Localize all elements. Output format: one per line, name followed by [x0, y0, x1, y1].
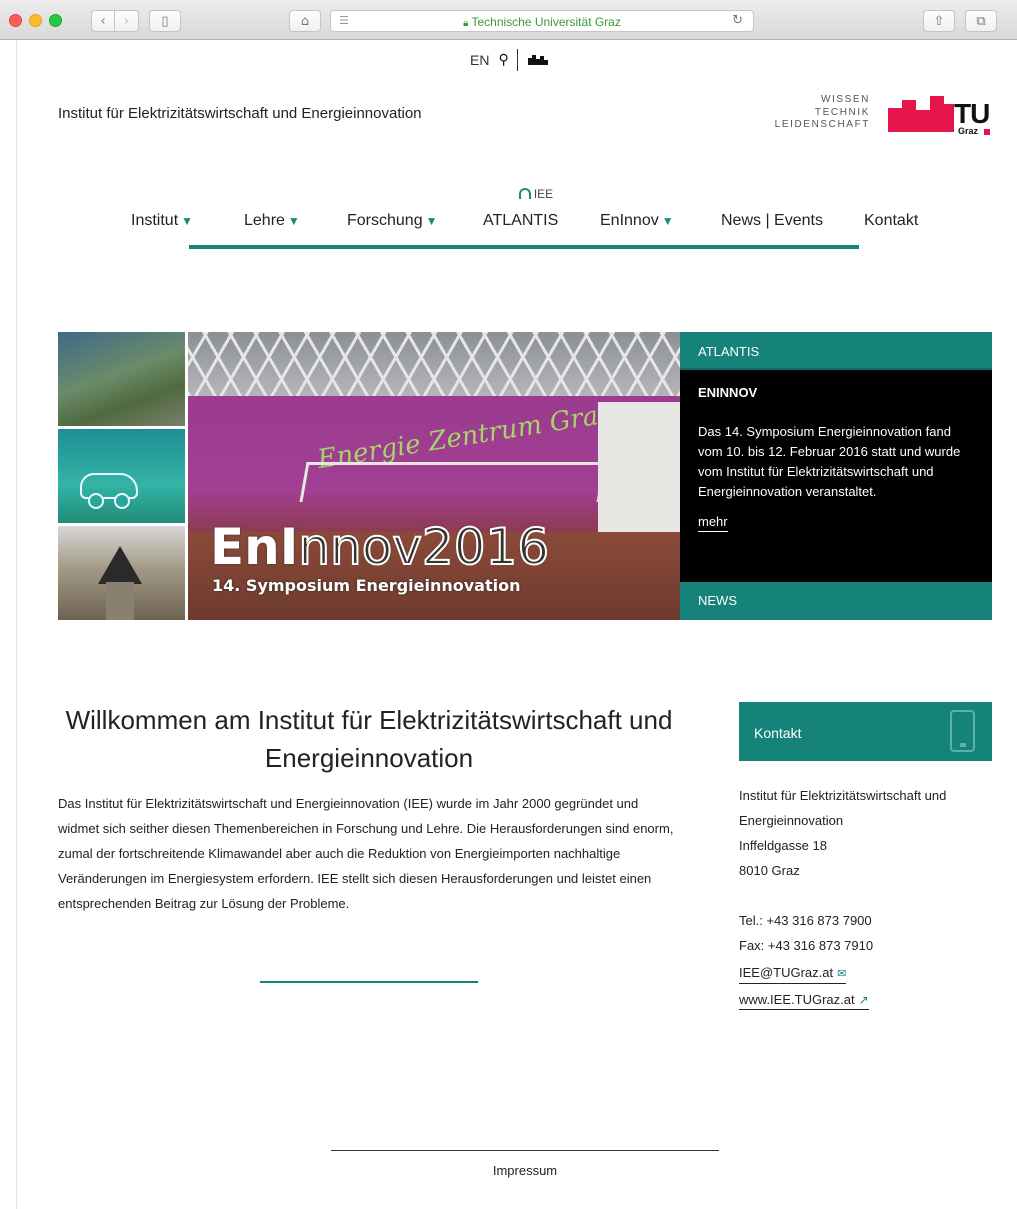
contact-label: Kontakt [754, 725, 802, 741]
zoom-window-button[interactable] [49, 14, 62, 27]
phone-icon [950, 710, 975, 752]
address-line: Institut für Elektrizitätswirtschaft und… [739, 788, 947, 828]
footer-divider [331, 1150, 719, 1151]
external-link-icon: ↗ [858, 993, 869, 1007]
roof-truss [188, 332, 680, 396]
divider [516, 49, 518, 71]
home-icon: ⌂ [300, 13, 310, 29]
chevron-left-icon: ‹ [100, 13, 106, 29]
impressum-link[interactable]: Impressum [331, 1163, 719, 1178]
slide-heading: ENINNOV [698, 385, 758, 400]
tu-graz-mini-logo[interactable] [527, 55, 548, 65]
nav-label: Forschung [347, 212, 423, 229]
banner-title: EnInnov2016 [210, 517, 550, 577]
language-switch[interactable]: EN [470, 52, 489, 68]
slogan-line: LEIDENSCHAFT [774, 119, 870, 130]
welcome-text: Das Institut für Elektrizitätswirtschaft… [58, 796, 674, 911]
institute-name[interactable]: Institut für Elektrizitätswirtschaft und… [58, 105, 422, 122]
caret-down-icon: ▼ [661, 214, 674, 228]
email-link[interactable]: IEE@TUGraz.at ✉ [739, 964, 847, 984]
tu-slogan: WISSEN TECHNIK LEIDENSCHAFT [773, 94, 870, 132]
iee-home-label: IEE [533, 187, 554, 201]
slogan-line: WISSEN [820, 94, 870, 105]
slogan-line: TECHNIK [814, 106, 870, 118]
contact-details: Institut für Elektrizitätswirtschaft und… [739, 783, 992, 1012]
logo-subtext: Graz [958, 126, 979, 136]
browser-toolbar: ‹ › ▯ ⌂ ☰ 🔒︎ Technische Universität Graz … [0, 0, 1017, 40]
main-navigation: Institut ▼ Lehre ▼ Forschung ▼ ATLANTIS EnI… [18, 212, 1017, 236]
minimize-window-button[interactable] [29, 14, 42, 27]
web-page: EN ⚲ Institut für Elektrizitätswirtschaf… [18, 41, 1017, 1209]
arch-icon [518, 188, 531, 199]
phone-number: Tel.: +43 316 873 7900 [739, 913, 872, 928]
address-bar[interactable]: ☰ 🔒︎ Technische Universität Graz ↻ [330, 10, 754, 32]
caret-down-icon: ▼ [287, 214, 300, 228]
caret-down-icon: ▼ [181, 214, 194, 228]
car-icon [80, 473, 138, 509]
logo-dot [984, 129, 990, 135]
iee-home-link[interactable]: IEE [496, 187, 576, 201]
banner-subtitle: 14. Symposium Energieinnovation [212, 576, 521, 595]
nav-label: ATLANTIS [483, 212, 559, 229]
nav-label: EnInnov [600, 212, 659, 229]
website-text: www.IEE.TUGraz.at [739, 992, 855, 1007]
nav-label: Kontakt [864, 212, 919, 229]
welcome-heading: Willkommen am Institut für Elektrizitäts… [65, 705, 673, 773]
nav-label: Institut [131, 212, 179, 229]
search-icon[interactable]: ⚲ [498, 52, 508, 68]
share-button[interactable]: ⇧ [923, 10, 955, 32]
website-link[interactable]: www.IEE.TUGraz.at ↗ [739, 991, 869, 1010]
slide-text: Das 14. Symposium Energieinnovation fand… [698, 424, 961, 499]
address-line: Inffeldgasse 18 [739, 838, 827, 853]
tower-roof [98, 546, 142, 584]
tab-atlantis[interactable]: ATLANTIS [680, 332, 992, 370]
hero-side-panel: ATLANTIS ENINNOV Das 14. Symposium Energ… [680, 332, 992, 620]
url-text: Technische Universität Graz [471, 15, 621, 29]
reload-icon[interactable]: ↻ [732, 13, 743, 28]
address-line: 8010 Graz [739, 863, 800, 878]
tu-graz-logo[interactable]: TU Graz [888, 96, 992, 136]
nav-underline [189, 245, 859, 249]
lock-icon: 🔒︎ [463, 18, 469, 29]
more-link[interactable]: mehr [698, 514, 728, 532]
tabs-overview-button[interactable]: ⧉ [965, 10, 997, 32]
close-window-button[interactable] [9, 14, 22, 27]
sidebar-toggle-button[interactable]: ▯ [149, 10, 181, 32]
hero-slider: Energie Zentrum Graz EnInnov2016 14. Sym… [58, 332, 992, 620]
nav-item-forschung[interactable]: Forschung ▼ [347, 212, 437, 230]
chevron-right-icon: › [123, 13, 130, 29]
thumbnail-landscape[interactable] [58, 332, 185, 426]
caret-down-icon: ▼ [425, 214, 438, 228]
tabs-icon: ⧉ [976, 13, 986, 29]
nav-item-institut[interactable]: Institut ▼ [131, 212, 193, 230]
nav-item-lehre[interactable]: Lehre ▼ [244, 212, 300, 230]
tab-news[interactable]: NEWS [680, 582, 992, 620]
utility-bar: EN ⚲ [470, 49, 548, 71]
banner-title-solid: EnI [210, 518, 299, 576]
nav-label: News | Events [721, 212, 823, 229]
nav-label: Lehre [244, 212, 285, 229]
window-edge [0, 40, 17, 1209]
fax-number: Fax: +43 316 873 7910 [739, 938, 874, 953]
tower-body [106, 582, 134, 620]
white-wall [598, 402, 680, 532]
nav-item-eninnov[interactable]: EnInnov ▼ [600, 212, 674, 230]
nav-item-atlantis[interactable]: ATLANTIS [483, 212, 558, 230]
thumbnail-electric-car[interactable] [58, 429, 185, 523]
contact-header: Kontakt [739, 702, 992, 761]
section-divider [260, 981, 478, 983]
back-button[interactable]: ‹ [91, 10, 115, 32]
banner-title-outline: nnov2016 [297, 517, 550, 577]
nav-item-kontakt[interactable]: Kontakt [864, 212, 918, 230]
forward-button[interactable]: › [115, 10, 139, 32]
envelope-icon: ✉ [837, 968, 847, 980]
share-icon: ⇧ [933, 13, 945, 29]
gallery-rail [299, 462, 607, 502]
sidebar-icon: ▯ [161, 13, 169, 29]
hero-banner-image[interactable]: Energie Zentrum Graz EnInnov2016 14. Sym… [188, 332, 680, 620]
home-button[interactable]: ⌂ [289, 10, 321, 32]
nav-item-news-events[interactable]: News | Events [721, 212, 823, 230]
thumbnail-clock-tower[interactable] [58, 526, 185, 620]
email-text: IEE@TUGraz.at [739, 965, 834, 980]
